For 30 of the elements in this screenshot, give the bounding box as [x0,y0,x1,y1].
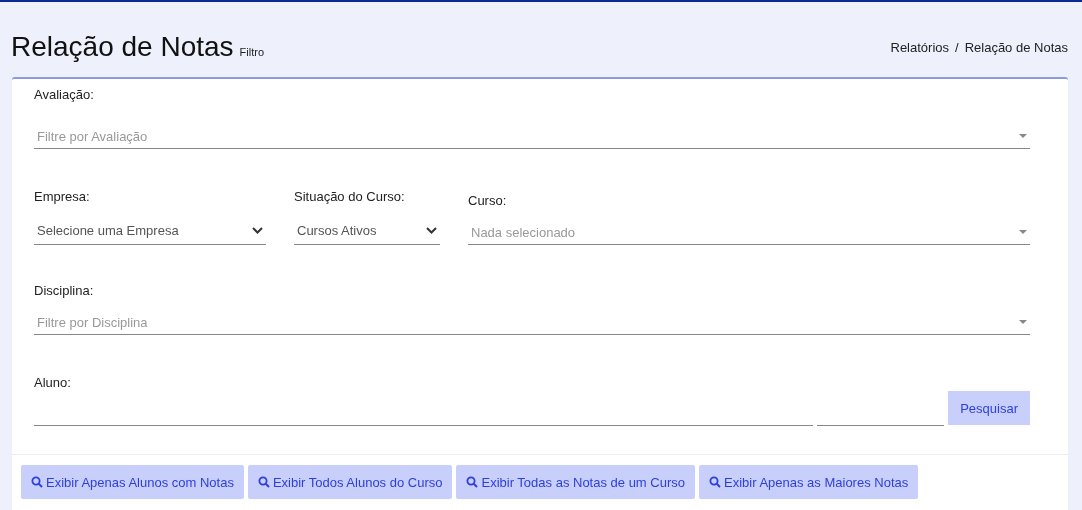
search-select-field[interactable]: Nada selecionado [468,220,1030,245]
field-label: Empresa: [34,189,91,204]
filter-action-button[interactable]: Exibir Todas as Notas de um Curso [456,465,695,499]
filter-action-button[interactable]: Exibir Todos Alunos do Curso [247,465,453,499]
select-field[interactable]: Selecione uma Empresa [34,216,266,245]
breadcrumb-item[interactable]: Relatórios [890,39,950,55]
filter-action-button[interactable]: Exibir Apenas Alunos com Notas [21,465,244,499]
search-icon [466,476,479,488]
search-select-field[interactable]: Filtre por Avaliação [34,124,1030,149]
field-label: Aluno: [34,375,72,390]
breadcrumb-item: Relação de Notas [964,39,1068,55]
page-subtitle: Filtro [239,46,265,58]
field-label: Situação do Curso: [294,189,406,204]
breadcrumb-separator: / [955,39,959,55]
search-select-field[interactable]: Filtre por Disciplina [34,310,1030,335]
dropdown-caret-icon [1019,230,1027,234]
field-label: Disciplina: [34,283,95,298]
dropdown-caret-icon [1019,320,1027,324]
search-button[interactable]: Pesquisar [948,391,1030,425]
search-icon [31,476,43,488]
search-icon [257,476,270,488]
chevron-down-icon [252,226,263,234]
page-title: Relação de Notas [11,31,234,63]
field-label: Curso: [468,193,508,208]
field-label: Avaliação: [34,87,95,102]
chevron-down-icon [426,226,437,234]
select-field[interactable]: Cursos Ativos [294,216,440,245]
search-icon [709,476,721,488]
dropdown-caret-icon [1019,134,1027,138]
filter-action-button[interactable]: Exibir Apenas as Maiores Notas [699,465,919,499]
